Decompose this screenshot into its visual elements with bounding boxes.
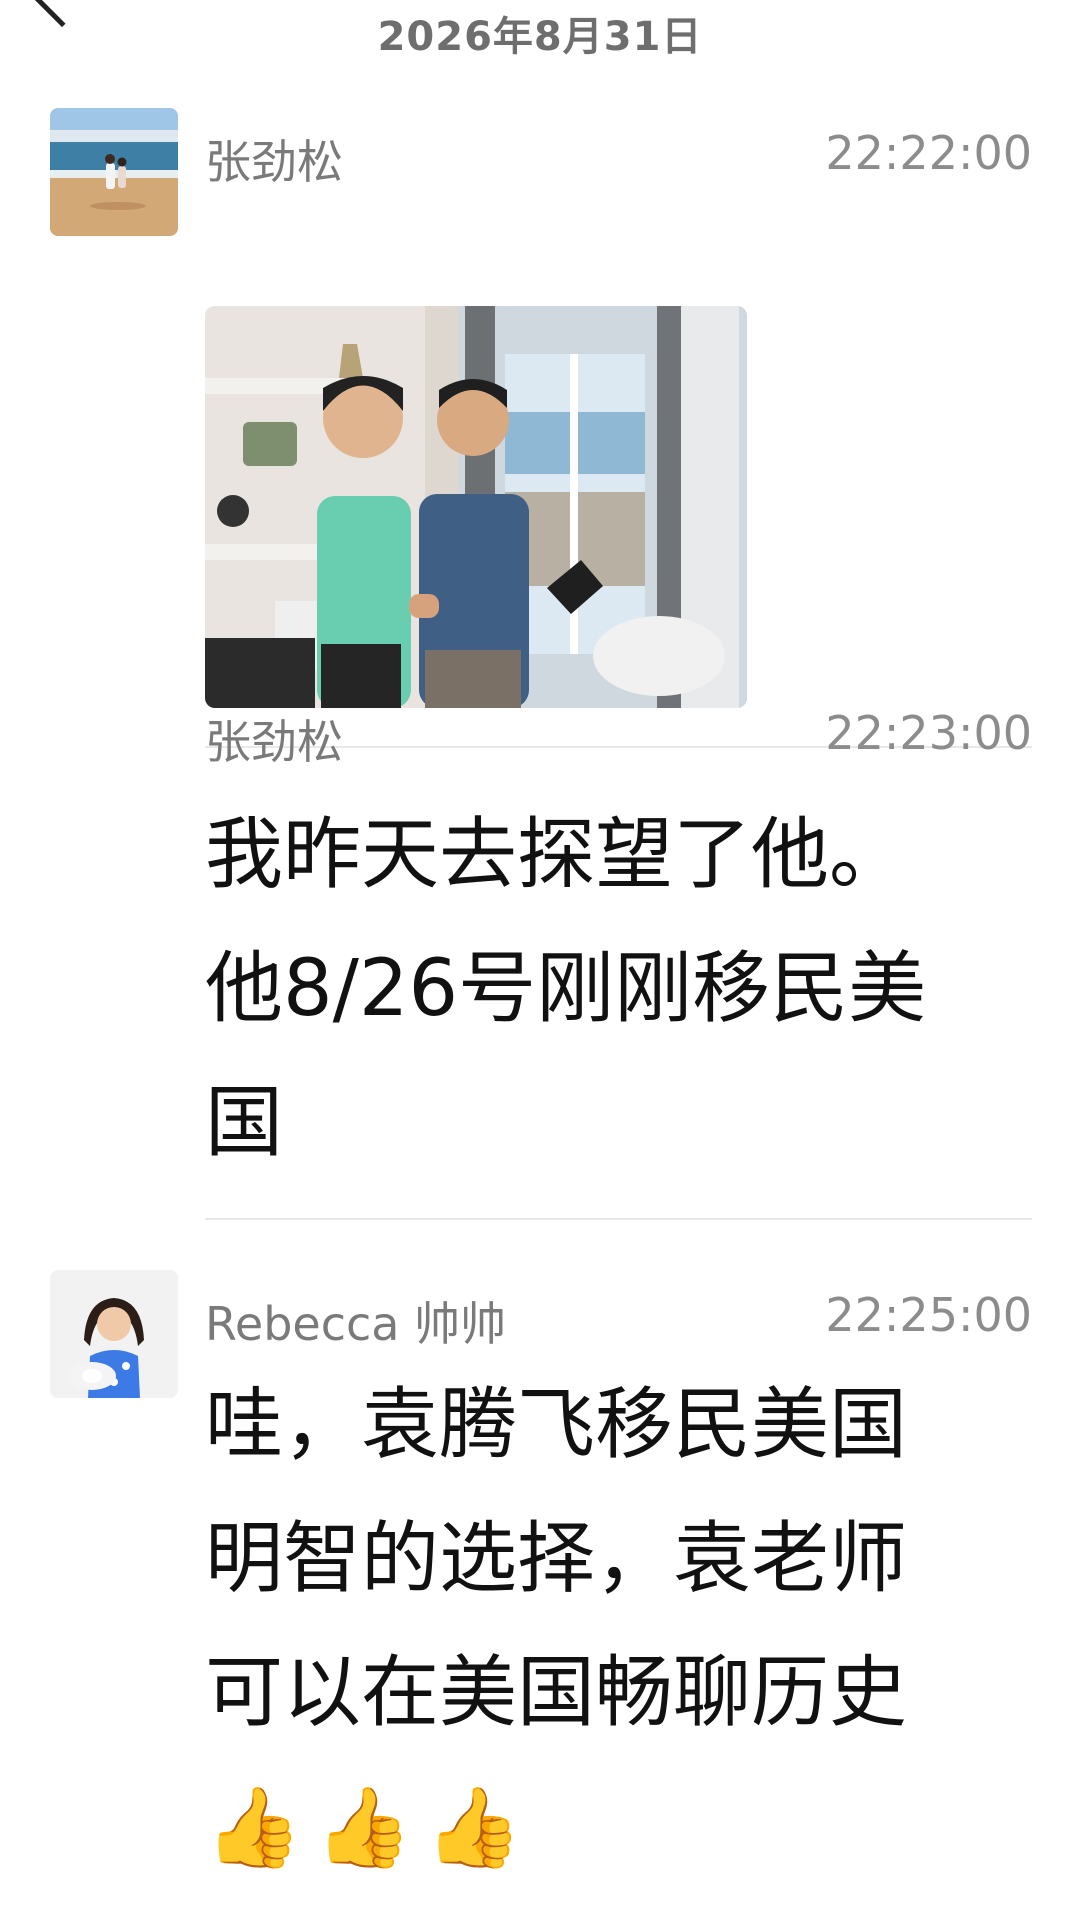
sender-name: Rebecca 帅帅 [205,1297,507,1351]
message-time: 22:25:00 [825,1288,1032,1342]
sender-name: 张劲松 [205,135,343,189]
message-time: 22:22:00 [825,126,1032,180]
message-divider [205,1218,1032,1220]
emoji-row: 👍 👍 👍 [205,1782,523,1874]
avatar-beach[interactable] [50,108,178,236]
avatar-rebecca-image [50,1270,178,1398]
sender-name: 张劲松 [205,715,343,769]
shared-photo[interactable] [205,306,747,708]
message-text: 我昨天去探望了他。 他8/26号刚刚移民美 国 [205,810,927,1168]
shared-photo-image [205,306,747,708]
thumbs-up-icon: 👍 [315,1783,413,1873]
message-time: 22:23:00 [825,706,1032,760]
avatar-beach-image [50,108,178,236]
message-text: 哇，袁腾飞移民美国 明智的选择，袁老师 可以在美国畅聊历史 [205,1380,908,1738]
avatar-rebecca[interactable] [50,1270,178,1398]
thumbs-up-icon: 👍 [425,1783,523,1873]
chat-history-page: 2026年8月31日 张劲松 22:22:00 张劲松 22:23:00 我昨天… [0,0,1080,1920]
date-header: 2026年8月31日 [377,14,703,60]
thumbs-up-icon: 👍 [205,1783,303,1873]
